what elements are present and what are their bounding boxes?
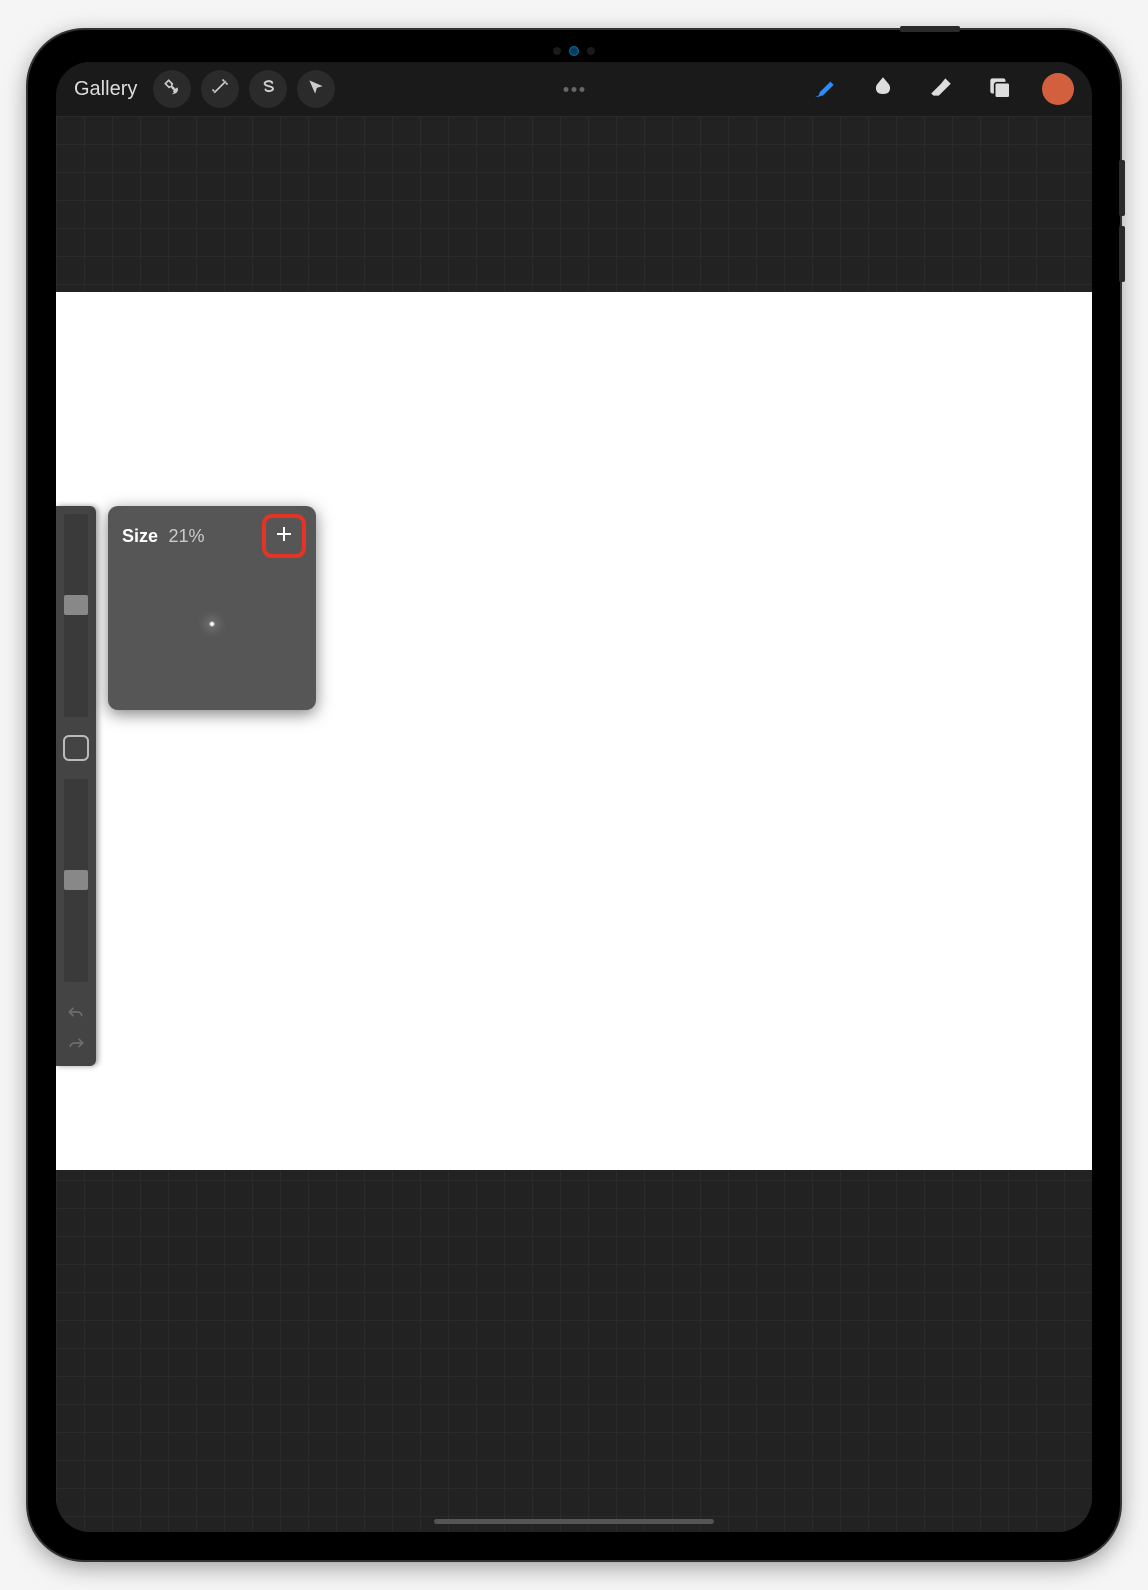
wand-icon	[210, 77, 230, 102]
plus-icon	[275, 524, 293, 548]
redo-button[interactable]	[66, 1035, 86, 1056]
brush-opacity-thumb[interactable]	[64, 870, 88, 890]
workspace-background: Size 21%	[56, 116, 1092, 1532]
size-value: 21%	[168, 526, 204, 546]
undo-button[interactable]	[66, 1004, 86, 1025]
ipad-device-frame: Gallery	[28, 30, 1120, 1560]
brush-size-slider[interactable]	[64, 514, 88, 717]
dot-icon	[564, 87, 569, 92]
color-picker-button[interactable]	[1042, 73, 1074, 105]
smudge-icon	[870, 74, 896, 105]
dot-icon	[572, 87, 577, 92]
modify-menu-dots[interactable]	[564, 87, 585, 92]
brush-size-popover: Size 21%	[108, 506, 316, 710]
dot-icon	[580, 87, 585, 92]
selection-button[interactable]	[249, 70, 287, 108]
screen: Gallery	[56, 62, 1092, 1532]
brush-opacity-slider[interactable]	[64, 779, 88, 982]
wrench-icon	[162, 77, 182, 102]
brush-size-thumb[interactable]	[64, 595, 88, 615]
canvas[interactable]	[56, 292, 1092, 1170]
layers-button[interactable]	[984, 74, 1014, 104]
eraser-icon	[928, 74, 954, 105]
gallery-button[interactable]: Gallery	[74, 78, 137, 101]
arrow-cursor-icon	[306, 77, 326, 102]
brush-icon	[812, 74, 838, 105]
size-label: Size	[122, 526, 158, 546]
brush-preview-dot	[209, 621, 215, 627]
selection-s-icon	[258, 77, 278, 102]
transform-arrow-button[interactable]	[297, 70, 335, 108]
adjustments-wand-button[interactable]	[201, 70, 239, 108]
brush-size-preview	[122, 554, 302, 694]
sidebar-modify-button[interactable]	[63, 735, 89, 761]
smudge-tool-button[interactable]	[868, 74, 898, 104]
home-indicator[interactable]	[434, 1519, 714, 1524]
size-plus-button[interactable]	[266, 518, 302, 554]
actions-wrench-button[interactable]	[153, 70, 191, 108]
power-button	[900, 26, 960, 32]
eraser-tool-button[interactable]	[926, 74, 956, 104]
left-sidebar	[56, 506, 96, 1066]
volume-up-button	[1119, 160, 1125, 216]
layers-icon	[986, 74, 1012, 105]
top-toolbar: Gallery	[56, 62, 1092, 116]
brush-tool-button[interactable]	[810, 74, 840, 104]
volume-down-button	[1119, 226, 1125, 282]
camera-notch	[504, 44, 644, 58]
